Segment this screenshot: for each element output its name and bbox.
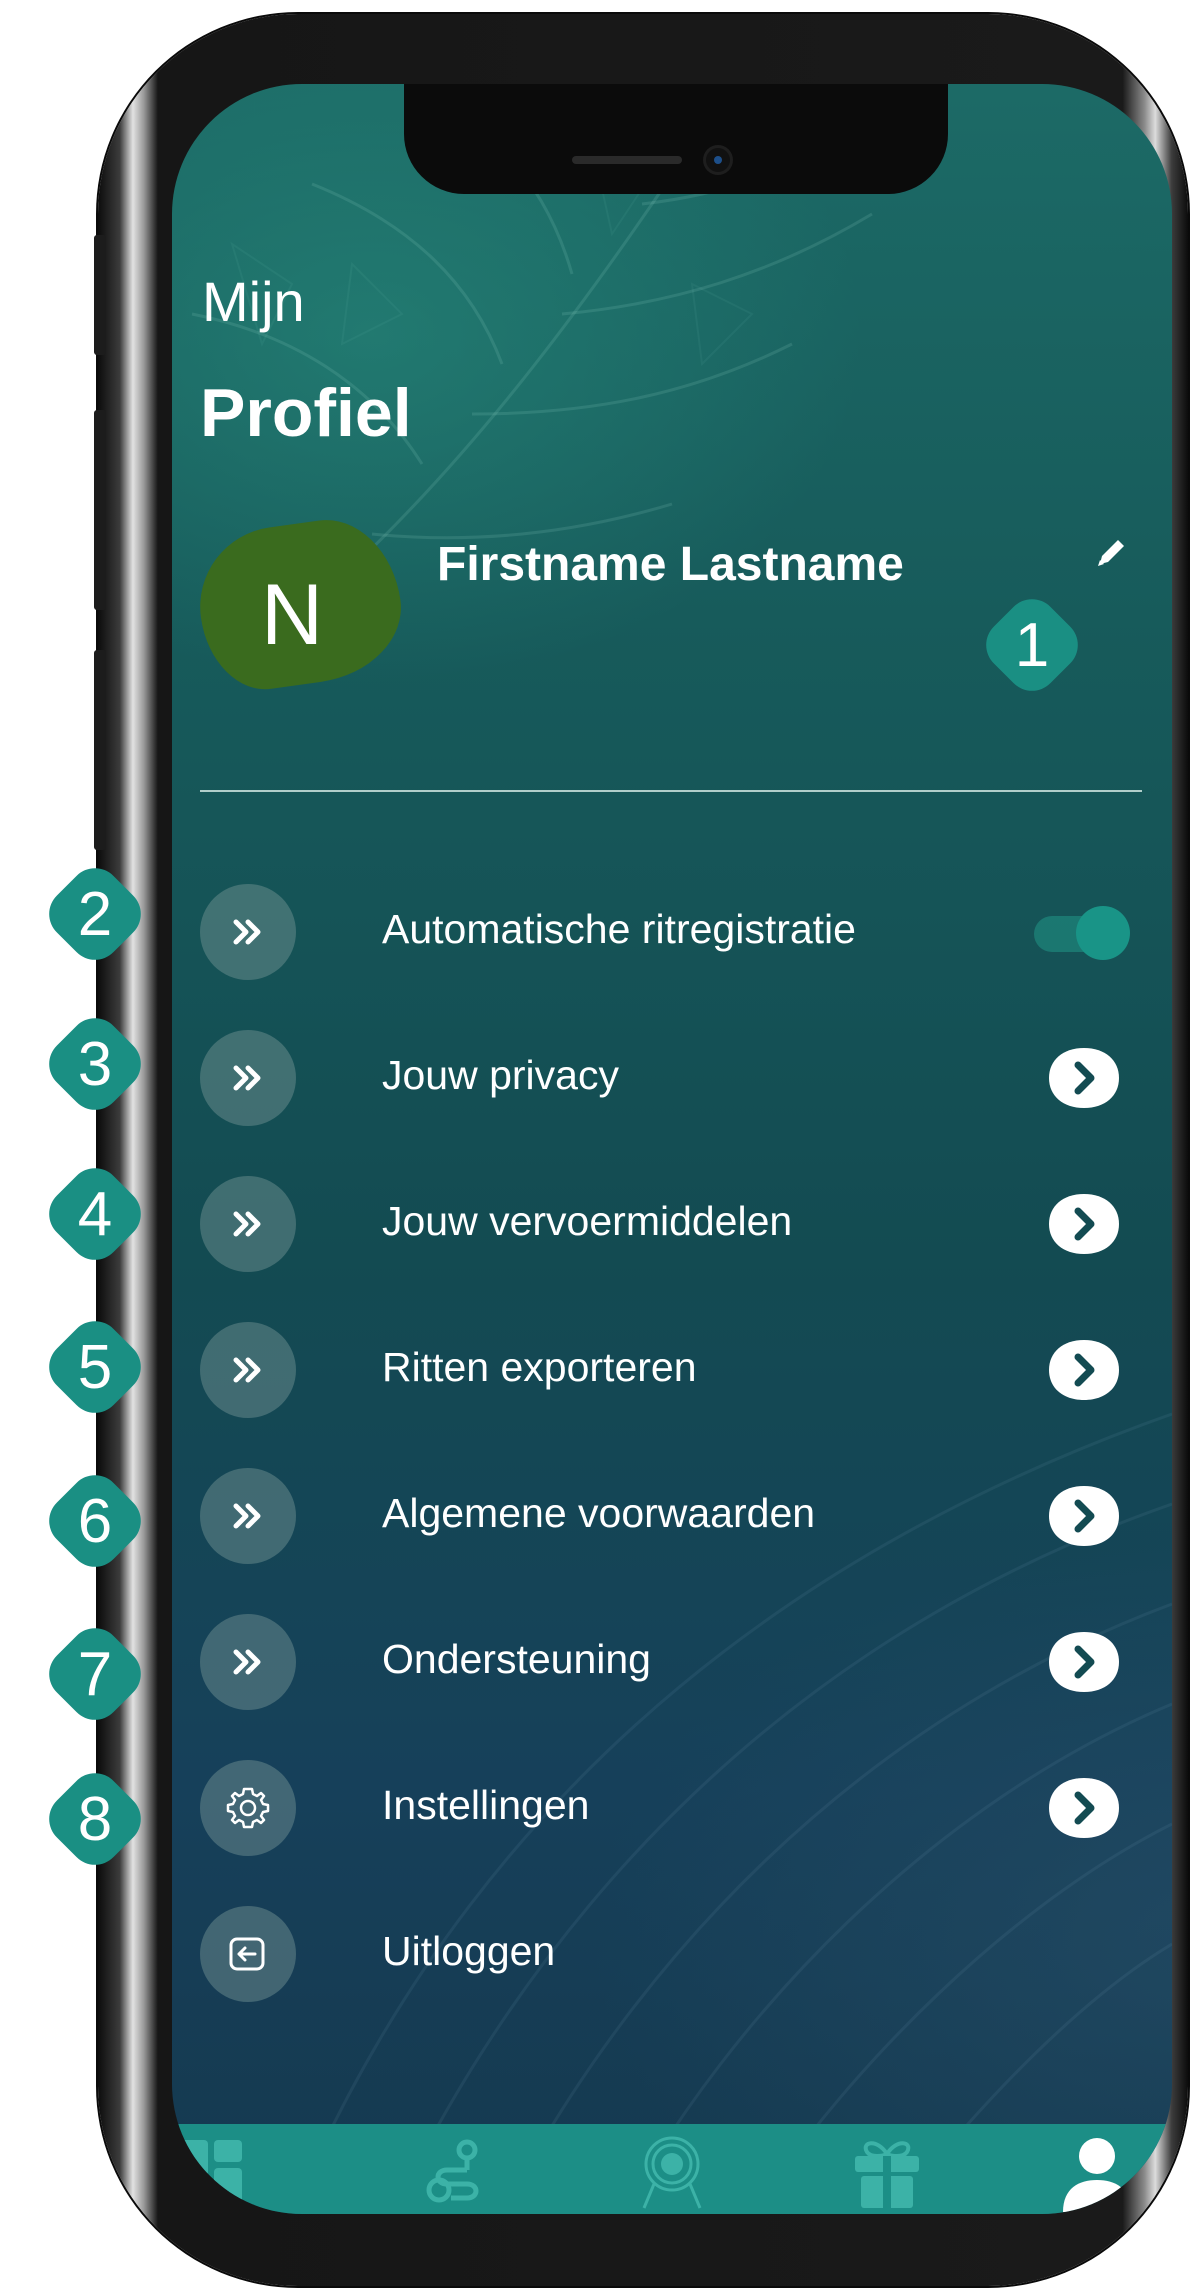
menu-item-vehicles[interactable]: Jouw vervoermiddelen — [172, 1176, 1172, 1276]
speaker-grille — [572, 156, 682, 164]
profile-divider — [200, 790, 1142, 792]
logout-icon — [200, 1906, 296, 2002]
menu-item-settings[interactable]: Instellingen — [172, 1760, 1172, 1860]
annotation-badge: 4 — [36, 1155, 154, 1273]
menu-item-label: Instellingen — [382, 1782, 590, 1828]
chevron-right-icon[interactable] — [1047, 1484, 1121, 1548]
chevron-right-icon[interactable] — [1047, 1192, 1121, 1256]
pencil-icon[interactable] — [1092, 532, 1132, 572]
menu-item-logout[interactable]: Uitloggen — [172, 1906, 1172, 2006]
annotation-badge: 2 — [36, 855, 154, 973]
phone-side-button — [94, 235, 106, 355]
toggle-knob — [1076, 906, 1130, 960]
menu-item-support[interactable]: Ondersteuning — [172, 1614, 1172, 1714]
double-chevron-icon — [200, 884, 296, 980]
annotation-badge-label: 7 — [77, 1639, 113, 1709]
annotation-badge-label: 6 — [77, 1486, 113, 1556]
chevron-right-icon[interactable] — [1047, 1630, 1121, 1694]
annotation-badge: 5 — [36, 1308, 154, 1426]
user-name: Firstname Lastname — [437, 538, 904, 591]
phone-notch — [404, 84, 948, 194]
nav-dashboard[interactable] — [172, 2132, 257, 2212]
nav-trips[interactable] — [412, 2132, 502, 2212]
dashboard-icon — [180, 2140, 242, 2204]
menu-item-label: Jouw vervoermiddelen — [382, 1198, 793, 1244]
chevron-right-icon[interactable] — [1047, 1338, 1121, 1402]
annotation-badge-label: 5 — [77, 1332, 113, 1402]
menu-item-label: Ritten exporteren — [382, 1344, 697, 1390]
route-icon — [426, 2139, 479, 2203]
double-chevron-icon — [200, 1030, 296, 1126]
badge-icon — [642, 2136, 702, 2209]
gift-icon — [855, 2141, 919, 2208]
annotation-badge: 6 — [36, 1462, 154, 1580]
annotation-badge: 1 — [973, 586, 1091, 704]
bottom-navigation — [172, 2124, 1172, 2214]
double-chevron-icon — [200, 1614, 296, 1710]
nav-rewards[interactable] — [842, 2132, 932, 2212]
page-title: Profiel — [200, 375, 412, 451]
menu-item-export-trips[interactable]: Ritten exporteren — [172, 1322, 1172, 1422]
phone-side-button — [94, 410, 106, 610]
avatar-initial: N — [260, 567, 324, 663]
menu-item-label: Ondersteuning — [382, 1636, 651, 1682]
gear-icon — [200, 1760, 296, 1856]
annotation-badge-label: 8 — [77, 1784, 113, 1854]
double-chevron-icon — [200, 1176, 296, 1272]
chevron-right-icon[interactable] — [1047, 1776, 1121, 1840]
menu-item-auto-trip-registration[interactable]: Automatische ritregistratie — [172, 884, 1172, 984]
menu-item-privacy[interactable]: Jouw privacy — [172, 1030, 1172, 1130]
annotation-badge-label: 1 — [1014, 610, 1050, 680]
menu-item-label: Uitloggen — [382, 1928, 556, 1974]
nav-achievements[interactable] — [627, 2132, 717, 2212]
page-title-prefix: Mijn — [202, 270, 305, 333]
annotation-badge: 7 — [36, 1615, 154, 1733]
annotation-badge-label: 3 — [77, 1029, 113, 1099]
annotation-badge-label: 2 — [77, 879, 113, 949]
phone-screen: Mijn Profiel N Firstname Lastname Automa… — [172, 84, 1172, 2214]
profile-icon — [1063, 2138, 1131, 2212]
menu-item-label: Automatische ritregistratie — [382, 906, 856, 952]
annotation-badge-label: 4 — [77, 1179, 113, 1249]
annotation-badge: 8 — [36, 1760, 154, 1878]
double-chevron-icon — [200, 1322, 296, 1418]
auto-registration-toggle[interactable] — [1034, 906, 1130, 960]
phone-side-button — [94, 650, 106, 850]
annotation-badge: 3 — [36, 1005, 154, 1123]
menu-item-terms[interactable]: Algemene voorwaarden — [172, 1468, 1172, 1568]
double-chevron-icon — [200, 1468, 296, 1564]
menu-item-label: Algemene voorwaarden — [382, 1490, 816, 1536]
menu-item-label: Jouw privacy — [382, 1052, 619, 1098]
nav-profile[interactable] — [1052, 2132, 1142, 2212]
chevron-right-icon[interactable] — [1047, 1046, 1121, 1110]
front-camera-icon — [706, 148, 730, 172]
